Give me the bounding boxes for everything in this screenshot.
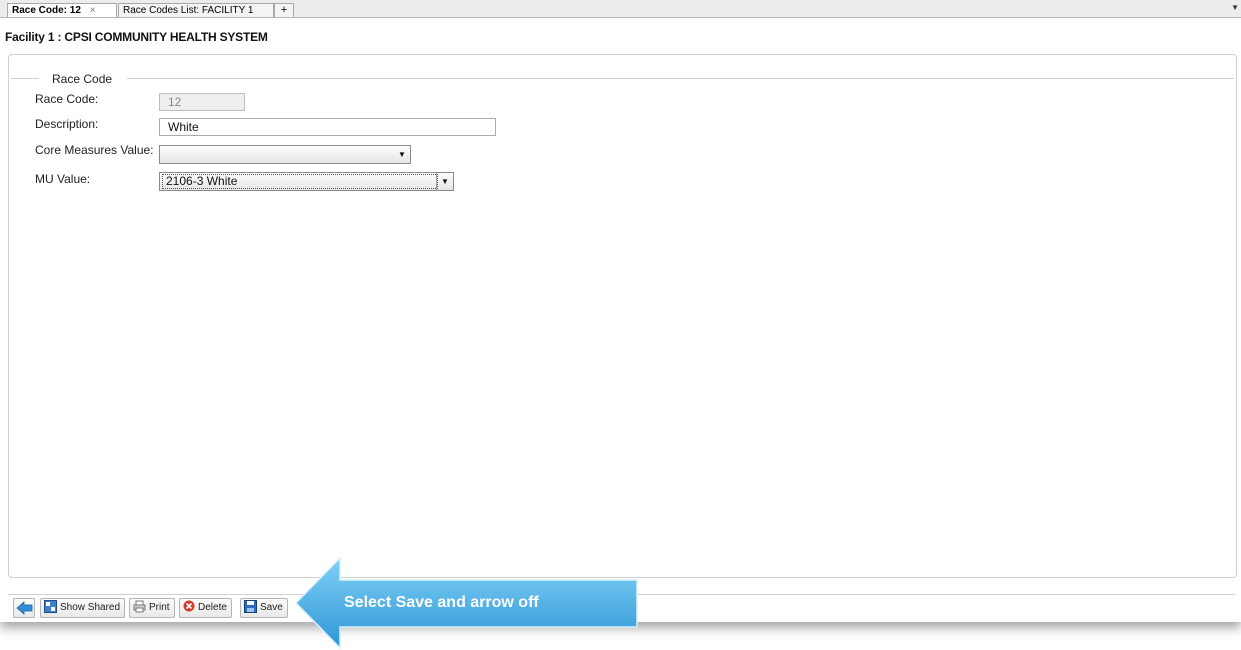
print-label: Print (149, 602, 170, 613)
core-measures-select[interactable]: ▼ (159, 145, 411, 164)
app-window: Race Code: 12 × Race Codes List: FACILIT… (0, 0, 1241, 622)
add-tab-button[interactable]: + (274, 3, 294, 17)
chevron-down-icon: ▼ (398, 150, 406, 159)
shared-icon (44, 599, 57, 613)
fieldset-border (127, 78, 1234, 79)
race-code-label: Race Code: (35, 92, 99, 106)
mu-value-selected: 2106-3 White (162, 174, 438, 189)
tab-race-code-label: Race Code: 12 (12, 5, 81, 16)
description-label: Description: (35, 117, 99, 131)
printer-icon (133, 600, 146, 613)
fieldset-legend: Race Code (52, 72, 113, 86)
fieldset-border (11, 78, 39, 79)
print-button[interactable]: Print (129, 598, 175, 618)
delete-button[interactable]: Delete (179, 598, 232, 618)
tab-race-codes-list-label: Race Codes List: FACILITY 1 (123, 5, 254, 16)
floppy-disk-icon (244, 599, 257, 613)
save-button[interactable]: Save (240, 598, 288, 618)
chevron-down-icon: ▼ (436, 173, 453, 190)
tab-race-code[interactable]: Race Code: 12 × (7, 3, 117, 17)
tab-menu-icon[interactable]: ▼ (1231, 3, 1239, 12)
mu-value-label: MU Value: (35, 172, 91, 186)
show-shared-label: Show Shared (60, 602, 121, 613)
tab-strip: Race Code: 12 × Race Codes List: FACILIT… (0, 0, 1241, 18)
back-arrow-icon (16, 601, 33, 616)
facility-header: Facility 1 : CPSI COMMUNITY HEALTH SYSTE… (5, 30, 268, 44)
show-shared-button[interactable]: Show Shared (40, 598, 126, 618)
callout-text: Select Save and arrow off (344, 594, 539, 611)
back-button[interactable] (13, 598, 35, 618)
tab-race-codes-list[interactable]: Race Codes List: FACILITY 1 (118, 3, 274, 17)
mu-value-select[interactable]: 2106-3 White ▼ (159, 172, 454, 191)
core-measures-label: Core Measures Value: (35, 143, 154, 157)
save-label: Save (260, 602, 283, 613)
delete-label: Delete (198, 602, 227, 613)
delete-icon (183, 600, 195, 612)
description-field[interactable]: White (159, 118, 496, 136)
race-code-field: 12 (159, 93, 245, 111)
close-icon[interactable]: × (90, 5, 96, 16)
